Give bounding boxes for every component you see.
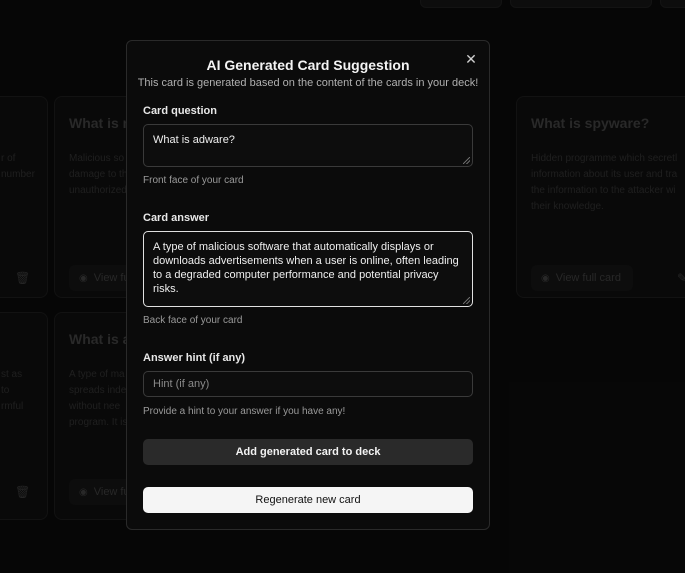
card-answer-wrapper: A type of malicious software that automa… (143, 231, 473, 307)
card-answer-textarea[interactable]: A type of malicious software that automa… (143, 231, 473, 307)
card-answer-help: Back face of your card (143, 315, 243, 326)
card-question-wrapper: What is adware? (143, 124, 473, 167)
answer-hint-input[interactable] (143, 371, 473, 397)
ai-card-suggestion-dialog: ✕ AI Generated Card Suggestion This card… (126, 40, 490, 530)
dialog-title: AI Generated Card Suggestion (206, 57, 410, 73)
card-question-help: Front face of your card (143, 175, 244, 186)
regenerate-card-button[interactable]: Regenerate new card (143, 487, 473, 513)
answer-hint-help: Provide a hint to your answer if you hav… (143, 406, 346, 417)
card-question-label: Card question (143, 105, 217, 117)
dialog-subtitle: This card is generated based on the cont… (137, 77, 479, 89)
card-question-textarea[interactable]: What is adware? (143, 124, 473, 167)
answer-hint-label: Answer hint (if any) (143, 352, 246, 364)
card-answer-label: Card answer (143, 212, 210, 224)
add-to-deck-button[interactable]: Add generated card to deck (143, 439, 473, 465)
